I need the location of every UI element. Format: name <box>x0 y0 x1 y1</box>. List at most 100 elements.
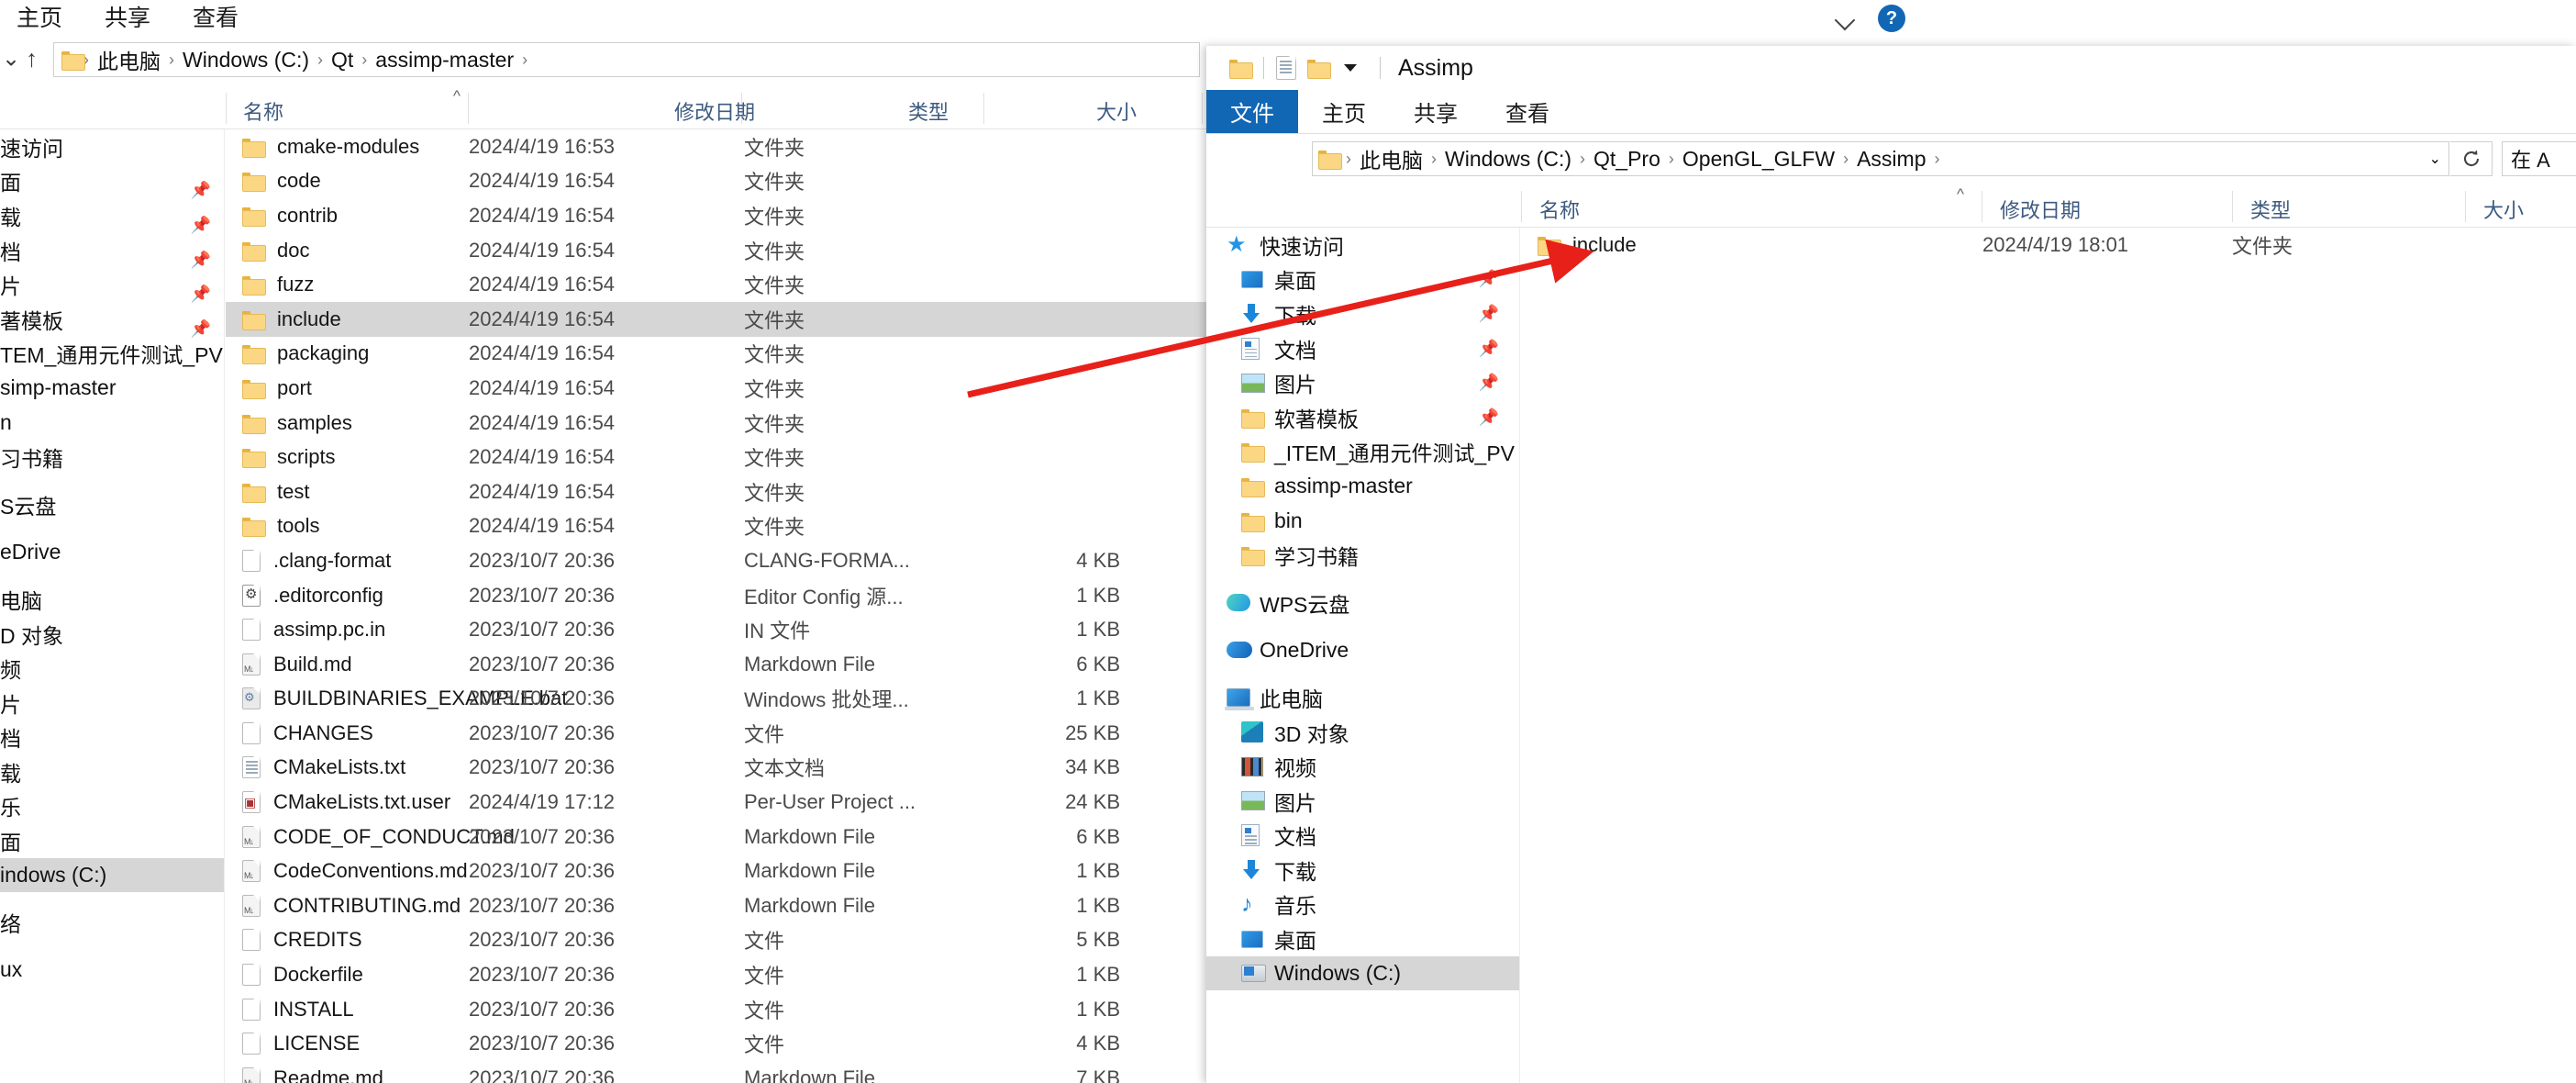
back-sidebar-item-6[interactable]: TEM_通用元件测试_PV <box>0 337 224 372</box>
breadcrumb-segment[interactable]: Assimp <box>1857 147 1926 172</box>
breadcrumb-segment[interactable]: 此电脑 <box>97 44 161 75</box>
breadcrumb-segment[interactable]: OpenGL_GLFW <box>1682 147 1835 172</box>
back-sidebar-item-0[interactable]: 速访问 <box>0 129 224 164</box>
back-sidebar-item-4[interactable]: 片 📌 <box>0 267 224 303</box>
front-sidebar-item-11[interactable]: OneDrive <box>1206 633 1519 668</box>
back-sidebar-item-1[interactable]: 面 📌 <box>0 164 224 199</box>
front-sidebar[interactable]: ★ 快速访问 桌面 📌 下载 📌 文档 📌 图片 📌 软著模板 📌 _ITEM_通用元件测试_PV ass… <box>1206 228 1520 1083</box>
pin-icon[interactable]: 📌 <box>1479 339 1499 358</box>
front-sidebar-item-10[interactable]: WPS云盘 <box>1206 586 1519 620</box>
folder-icon <box>242 172 266 193</box>
back-sidebar-item-13[interactable]: D 对象 <box>0 617 224 652</box>
column-header-date[interactable]: 修改日期 <box>674 96 755 126</box>
breadcrumb-segment[interactable]: assimp-master <box>375 48 514 73</box>
breadcrumb-segment[interactable]: Windows (C:) <box>183 48 309 73</box>
back-sidebar-item-7[interactable]: simp-master <box>0 371 224 406</box>
search-input[interactable]: 在 A <box>2502 141 2576 176</box>
front-ribbon-tabs[interactable]: 文件 主页 共享 查看 <box>1206 90 2576 134</box>
back-sidebar-item-11[interactable]: eDrive <box>0 535 224 570</box>
quick-access-toolbar-dropdown-icon[interactable] <box>1340 58 1360 78</box>
column-header-name[interactable]: 名称 <box>243 96 283 126</box>
front-ribbon-tab-2[interactable]: 共享 <box>1390 90 1482 133</box>
pin-icon[interactable]: 📌 <box>1479 270 1499 289</box>
cell-name: assimp.pc.in <box>242 612 385 647</box>
breadcrumb-segment[interactable]: 此电脑 <box>1360 143 1423 174</box>
front-sidebar-item-5[interactable]: 软著模板 📌 <box>1206 400 1519 435</box>
breadcrumb-segment[interactable]: Qt <box>331 48 353 73</box>
front-sidebar-item-17[interactable]: 下载 <box>1206 853 1519 888</box>
cell-type: 文件夹 <box>744 240 805 263</box>
front-sidebar-item-19[interactable]: 桌面 <box>1206 921 1519 956</box>
back-sidebar-item-3[interactable]: 档 📌 <box>0 233 224 269</box>
back-sidebar-item-12[interactable]: 电脑 <box>0 582 224 617</box>
front-sidebar-item-7[interactable]: assimp-master <box>1206 469 1519 504</box>
front-sidebar-item-1[interactable]: 桌面 📌 <box>1206 262 1519 297</box>
refresh-icon[interactable] <box>2450 141 2493 176</box>
column-header-size[interactable]: 大小 <box>2483 195 2524 224</box>
front-sidebar-item-2[interactable]: 下载 📌 <box>1206 296 1519 331</box>
breadcrumb-segment[interactable]: Windows (C:) <box>1445 147 1571 172</box>
back-up-icon[interactable]: ↑ <box>26 45 38 73</box>
pin-icon[interactable]: 📌 <box>1479 408 1499 427</box>
front-sidebar-item-13[interactable]: 3D 对象 <box>1206 715 1519 750</box>
column-header-type[interactable]: 类型 <box>908 96 949 126</box>
front-file-list[interactable]: include 2024/4/19 18:01 文件夹 <box>1521 228 2576 1083</box>
ribbon-collapse-chevron-icon[interactable] <box>1834 6 1858 30</box>
new-folder-quick-icon[interactable] <box>1307 59 1331 79</box>
back-ribbon-tab-2[interactable]: 查看 <box>176 0 255 37</box>
back-sidebar-item-2[interactable]: 载 📌 <box>0 198 224 234</box>
front-sidebar-item-20[interactable]: Windows (C:) <box>1206 955 1519 991</box>
front-ribbon-tab-0[interactable]: 文件 <box>1206 90 1298 133</box>
pin-icon[interactable]: 📌 <box>1479 374 1499 393</box>
pin-icon[interactable]: 📌 <box>1479 304 1499 323</box>
front-sidebar-item-3[interactable]: 文档 📌 <box>1206 331 1519 366</box>
back-ribbon-tab-0[interactable]: 主页 <box>0 0 79 37</box>
front-sidebar-item-14[interactable]: 视频 <box>1206 749 1519 784</box>
back-ribbon-tabs[interactable]: 主页 共享 查看 <box>0 0 264 37</box>
front-sidebar-item-15[interactable]: 图片 <box>1206 784 1519 819</box>
breadcrumb-segment[interactable]: Qt_Pro <box>1593 147 1660 172</box>
front-sidebar-item-6[interactable]: _ITEM_通用元件测试_PV <box>1206 435 1519 470</box>
front-sidebar-item-0[interactable]: ★ 快速访问 <box>1206 228 1519 262</box>
front-ribbon-tab-3[interactable]: 查看 <box>1482 90 1573 133</box>
front-sidebar-item-16[interactable]: 文档 <box>1206 819 1519 854</box>
back-sidebar-item-18[interactable]: 乐 <box>0 789 224 824</box>
back-sidebar-item-22[interactable]: ux <box>0 953 224 988</box>
properties-quick-icon[interactable] <box>1276 56 1296 80</box>
front-address-bar[interactable]: › 此电脑 › Windows (C:) › Qt_Pro › OpenGL_GLFW › Ass… <box>1312 141 2449 176</box>
front-sidebar-item-12[interactable]: 此电脑 <box>1206 680 1519 715</box>
back-sidebar-item-19[interactable]: 面 <box>0 823 224 858</box>
column-header-date[interactable]: 修改日期 <box>2000 195 2081 224</box>
back-sidebar-item-8[interactable]: n <box>0 406 224 441</box>
back-sidebar-item-10[interactable]: S云盘 <box>0 487 224 522</box>
front-sidebar-item-4[interactable]: 图片 📌 <box>1206 365 1519 400</box>
front-sidebar-item-9[interactable]: 学习书籍 <box>1206 538 1519 573</box>
column-header-size[interactable]: 大小 <box>1096 96 1137 126</box>
back-sidebar-item-15[interactable]: 片 <box>0 686 224 720</box>
window-title: Assimp <box>1398 54 1473 81</box>
front-ribbon-tab-1[interactable]: 主页 <box>1298 90 1390 133</box>
help-icon[interactable]: ? <box>1878 5 1905 32</box>
back-address-bar[interactable]: › 此电脑 › Windows (C:) › Qt › assimp-master › <box>53 42 1200 77</box>
folder-icon <box>1241 546 1265 567</box>
back-sidebar[interactable]: 速访问面 📌 载 📌 档 📌 片 📌 著模板 📌 TEM_通用元件测试_PV simp-master n… <box>0 129 225 1083</box>
front-sidebar-item-label: WPS云盘 <box>1260 592 1350 617</box>
back-ribbon-tab-1[interactable]: 共享 <box>88 0 167 37</box>
back-sidebar-item-20[interactable]: indows (C:) <box>0 857 224 893</box>
back-sidebar-item-21[interactable]: 络 <box>0 905 224 940</box>
column-header-type[interactable]: 类型 <box>2250 195 2291 224</box>
back-sidebar-item-9[interactable]: 习书籍 <box>0 440 224 475</box>
file-name-label: .clang-format <box>273 548 392 572</box>
back-recent-dropdown-icon[interactable]: ⌄ <box>2 46 20 73</box>
back-sidebar-item-16[interactable]: 档 <box>0 720 224 755</box>
front-sidebar-item-18[interactable]: ♪ 音乐 <box>1206 888 1519 922</box>
cell-type: Markdown File <box>744 824 876 848</box>
back-sidebar-item-14[interactable]: 频 <box>0 651 224 686</box>
column-header-name[interactable]: 名称 <box>1539 195 1580 224</box>
table-row[interactable]: include 2024/4/19 18:01 文件夹 <box>1521 228 2576 262</box>
back-sidebar-item-17[interactable]: 载 <box>0 754 224 789</box>
3d-object-icon <box>1241 721 1263 743</box>
back-sidebar-item-5[interactable]: 著模板 📌 <box>0 302 224 338</box>
front-sidebar-item-8[interactable]: bin <box>1206 504 1519 539</box>
address-dropdown-icon[interactable]: ⌄ <box>2429 150 2441 168</box>
